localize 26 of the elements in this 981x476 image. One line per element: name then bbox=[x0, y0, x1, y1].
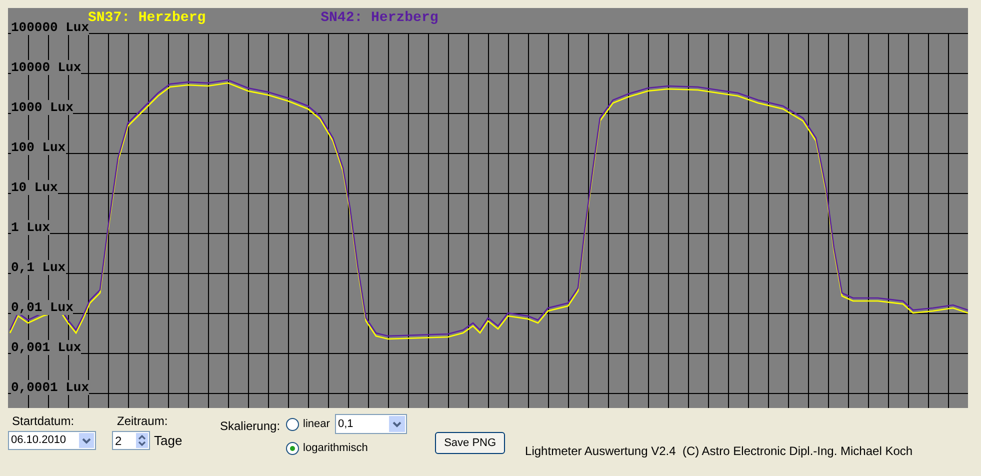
legend-label: SN42: Herzberg bbox=[320, 9, 438, 28]
unit-label: Tage bbox=[154, 432, 182, 450]
field-label: Startdatum: bbox=[11, 413, 76, 430]
spinner-arrows-icon bbox=[136, 433, 148, 448]
axis-label: 1 Lux bbox=[11, 220, 50, 235]
axis-label: 1000 Lux bbox=[11, 100, 74, 115]
legend-label: SN37: Herzberg bbox=[88, 9, 206, 26]
radio-button[interactable] bbox=[286, 418, 300, 430]
axis-label: 10 Lux bbox=[11, 180, 58, 195]
axis-label: 0,001 Lux bbox=[11, 340, 82, 355]
axis-label: 0,0001 Lux bbox=[11, 380, 90, 395]
field-label: Zeitraum: bbox=[116, 413, 169, 430]
axis-label: 100000 Lux bbox=[11, 20, 90, 35]
radio-button[interactable] bbox=[286, 442, 300, 454]
spin-field[interactable]: 2 bbox=[112, 431, 150, 450]
radio-label: logarithmisch bbox=[303, 440, 368, 456]
field-label: Skalierung: bbox=[220, 418, 280, 435]
value-dropdown[interactable]: 0,1 bbox=[334, 414, 407, 434]
radio-label: linear bbox=[303, 416, 330, 432]
axis-label: 0,01 Lux bbox=[11, 300, 74, 315]
axis-label: 100 Lux bbox=[11, 140, 66, 155]
credits-text: Lightmeter Auswertung V2.4 (C) Astro Electronic Dipl.-Ing. Michael Koch bbox=[525, 443, 913, 460]
axis-label: 10000 Lux bbox=[11, 60, 82, 75]
save-png-button[interactable]: Save PNG bbox=[435, 432, 506, 454]
date-picker[interactable]: 06.10.2010 bbox=[8, 431, 96, 450]
axis-label: 0,1 Lux bbox=[11, 260, 66, 275]
